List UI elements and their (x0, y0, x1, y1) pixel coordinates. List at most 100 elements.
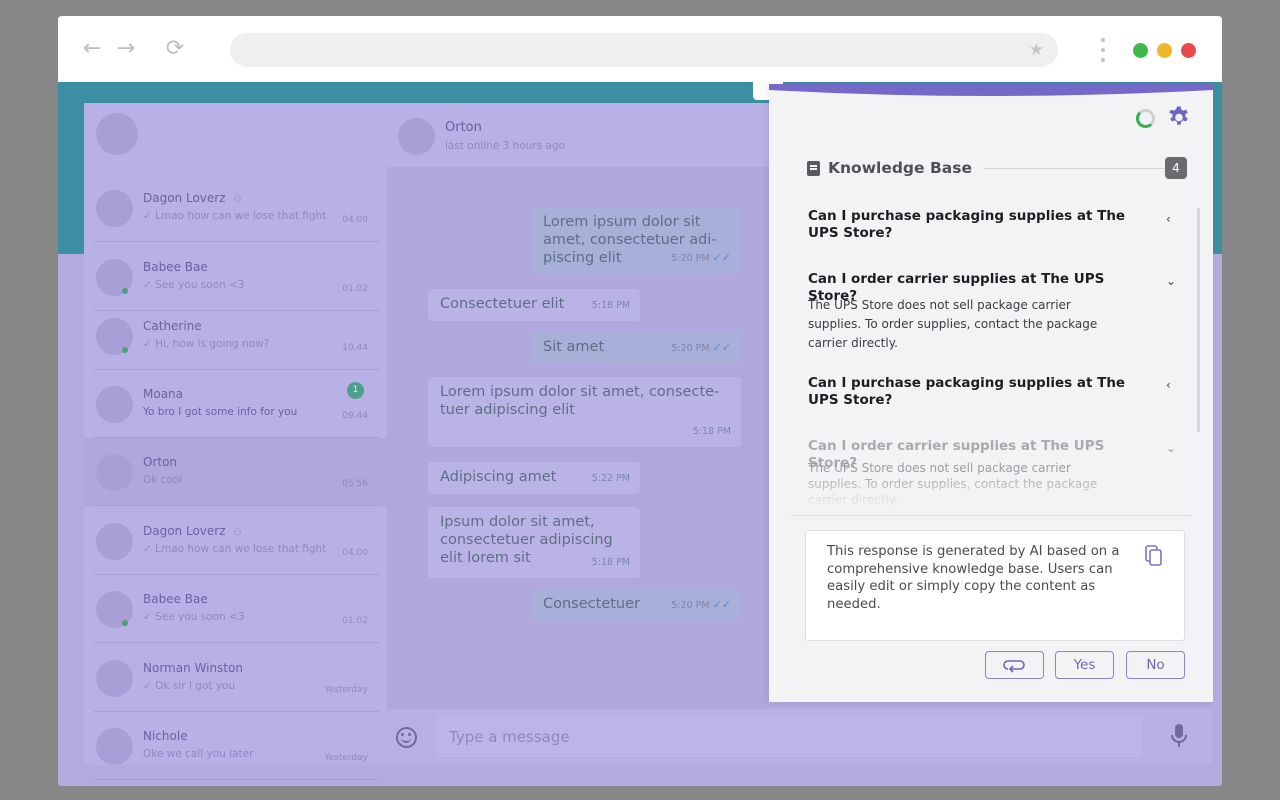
minimize-dot[interactable] (1157, 43, 1172, 58)
message-composer (387, 709, 1212, 765)
avatar (96, 190, 133, 227)
message-time: 5:20 PM ✓✓ (671, 341, 731, 354)
online-indicator (122, 620, 128, 626)
received-message[interactable]: Consectetuer elit 5:18 PM (428, 289, 640, 321)
message-time: 5:22 PM (591, 473, 630, 484)
avatar (96, 660, 133, 697)
online-indicator (122, 288, 128, 294)
message-input[interactable] (436, 716, 1142, 757)
faq-scrollbar[interactable] (1197, 208, 1200, 432)
chevron-down-icon[interactable]: ⌄ (1166, 274, 1176, 288)
chat-list-item[interactable]: Dagon Loverz ⚇ ✓ Lmao how can we lose that… (84, 174, 387, 242)
sent-message[interactable]: Consectetuer 5:20 PM ✓✓ (531, 589, 741, 621)
ai-response-text[interactable]: This response is generated by AI based o… (827, 543, 1133, 613)
back-arrow-icon[interactable]: ← (80, 38, 104, 60)
chat-name: Dagon Loverz ⚇ (143, 191, 242, 205)
no-button[interactable]: No (1126, 651, 1185, 679)
forward-arrow-icon[interactable]: → (114, 38, 138, 60)
message-time: 5:18 PM (692, 426, 731, 437)
chat-list-item[interactable]: Catherine ✓ Hi, how is going now? 10.44 (84, 302, 387, 370)
chat-time: 04.00 (342, 548, 368, 558)
faq-answer: The UPS Store does not sell package carr… (808, 298, 1098, 350)
received-message[interactable]: Adipiscing amet 5:22 PM (428, 462, 640, 494)
chat-name: Babee Bae (143, 260, 208, 274)
unread-badge: 1 (347, 382, 364, 399)
sent-message[interactable]: Sit amet 5:20 PM ✓✓ (531, 332, 741, 364)
faq-list: Can I purchase packaging supplies at The… (769, 202, 1213, 507)
message-text: Lorem ipsum dolor sit amet, consecte-tue… (440, 384, 720, 418)
kb-header-divider (984, 168, 1170, 169)
chat-preview: ✓ Lmao how can we lose that fight (143, 210, 327, 222)
chat-time: 09.44 (342, 411, 368, 421)
settings-gear-icon[interactable] (1167, 105, 1191, 129)
chat-list-item[interactable]: Norman Winston ✓ Ok sir I got you Yesterda… (84, 644, 387, 712)
close-dot[interactable] (1181, 43, 1196, 58)
chat-list-item[interactable]: Nichole Oke we call you later Yesterday (84, 712, 387, 780)
message-time: 5:18 PM (591, 300, 630, 311)
browser-menu-icon[interactable] (1100, 36, 1106, 64)
read-ticks-icon: ✓✓ (712, 598, 731, 611)
group-icon: ⚇ (233, 195, 242, 205)
chat-list-item[interactable]: Orton Ok cool 05.56 (84, 438, 387, 506)
message-time: 5:20 PM ✓✓ (671, 598, 731, 611)
maximize-dot[interactable] (1133, 43, 1148, 58)
copy-icon[interactable] (1145, 545, 1163, 567)
chevron-left-icon[interactable]: ‹ (1166, 378, 1171, 392)
reload-icon[interactable]: ⟳ (163, 38, 187, 60)
chat-preview: ✓ Lmao how can we lose that fight (143, 543, 327, 555)
row-divider (94, 779, 379, 780)
address-bar[interactable]: ★ (230, 33, 1058, 67)
faq-fade (769, 472, 1213, 508)
browser-toolbar: ← → ⟳ ★ (58, 16, 1222, 82)
chat-time: 10.44 (342, 343, 368, 353)
knowledge-base-panel: Knowledge Base 4 Can I purchase packagin… (769, 84, 1213, 702)
regenerate-button[interactable] (985, 651, 1044, 679)
faq-question[interactable]: Can I purchase packaging supplies at The… (808, 375, 1128, 409)
contact-avatar[interactable] (398, 118, 435, 155)
chevron-down-icon[interactable]: ⌄ (1166, 441, 1176, 455)
chat-time: Yesterday (324, 753, 368, 763)
panel-accent-bar (769, 84, 1213, 96)
chat-list-item[interactable]: Moana Yo bro I got some info for you 09.44… (84, 370, 387, 438)
chat-preview: ✓ See you soon <3 (143, 279, 245, 291)
chat-name: Dagon Loverz ⚇ (143, 524, 242, 538)
avatar (96, 386, 133, 423)
contact-status: last online 3 hours ago (445, 140, 566, 152)
chat-name: Nichole (143, 729, 188, 743)
chat-name: Catherine (143, 319, 202, 333)
avatar (96, 728, 133, 765)
chat-time: 04.00 (342, 215, 368, 225)
emoji-icon[interactable] (396, 727, 417, 748)
row-divider (94, 241, 379, 242)
chat-list-item[interactable]: Babee Bae ✓ See you soon <3 01.02 (84, 575, 387, 643)
group-icon: ⚇ (233, 528, 242, 538)
avatar (96, 454, 133, 491)
chat-time: Yesterday (324, 685, 368, 695)
yes-button[interactable]: Yes (1055, 651, 1114, 679)
message-text: Adipiscing amet (440, 469, 557, 485)
bookmark-star-icon[interactable]: ★ (1029, 40, 1044, 60)
chat-name: Babee Bae (143, 592, 208, 606)
chat-list: Dagon Loverz ⚇ ✓ Lmao how can we lose that… (84, 103, 387, 780)
regenerate-icon (1002, 659, 1025, 673)
chat-list-item[interactable]: Babee Bae ✓ See you soon <3 01.02 (84, 243, 387, 311)
loading-spinner-icon (1136, 109, 1155, 128)
sent-message[interactable]: Lorem ipsum dolor sit amet, consectetuer… (531, 207, 741, 274)
row-divider (94, 642, 379, 643)
received-message[interactable]: Lorem ipsum dolor sit amet, consecte-tue… (428, 377, 741, 447)
chat-list-item[interactable]: Dagon Loverz ⚇ ✓ Lmao how can we lose that… (84, 507, 387, 575)
message-text: Consectetuer elit (440, 296, 565, 312)
ai-response-box[interactable]: This response is generated by AI based o… (805, 530, 1185, 641)
contact-name: Orton (445, 120, 482, 135)
message-text: Consectetuer (543, 596, 640, 612)
chevron-left-icon[interactable]: ‹ (1166, 212, 1171, 226)
microphone-icon[interactable] (1171, 724, 1187, 748)
received-message[interactable]: Ipsum dolor sit amet, consectetuer adipi… (428, 507, 640, 578)
chat-preview: ✓ Ok sir I got you (143, 680, 236, 692)
chat-name: Moana (143, 387, 184, 401)
faq-question[interactable]: Can I purchase packaging supplies at The… (808, 208, 1128, 242)
chat-name: Orton (143, 455, 178, 469)
chat-preview: ✓ See you soon <3 (143, 611, 245, 623)
chat-preview: Oke we call you later (143, 748, 254, 760)
my-avatar[interactable] (96, 113, 138, 155)
